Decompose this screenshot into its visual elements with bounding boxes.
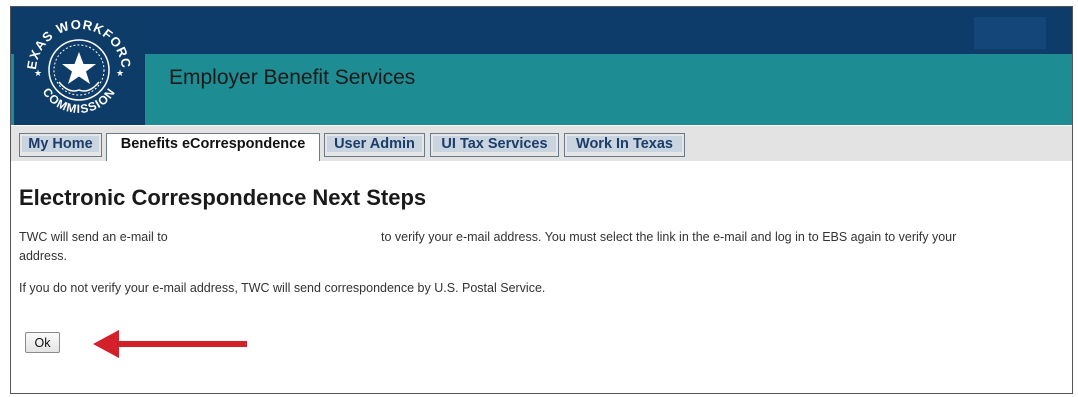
twc-logo: TEXAS WORKFORCE COMMISSION ★ ★	[11, 7, 145, 125]
tab-label: Work In Texas	[567, 136, 682, 152]
site-header: TEXAS WORKFORCE COMMISSION ★ ★ Employer …	[11, 7, 1072, 125]
tab-label: Benefits eCorrespondence	[109, 136, 317, 152]
message-text-end: address.	[19, 249, 67, 263]
ok-button[interactable]: Ok	[25, 332, 60, 353]
tab-bar: My Home Benefits eCorrespondence User Ad…	[11, 126, 1072, 161]
tab-label: User Admin	[327, 136, 422, 152]
tab-ui-tax-services[interactable]: UI Tax Services	[430, 133, 559, 157]
tab-benefits-ecorrespondence[interactable]: Benefits eCorrespondence	[106, 133, 320, 161]
message-text-continued: to verify your e-mail address. You must …	[381, 230, 957, 244]
postal-notice-text: If you do not verify your e-mail address…	[19, 281, 546, 295]
message-text-start: TWC will send an e-mail to	[19, 230, 168, 244]
header-corner-box	[974, 17, 1046, 49]
app-frame: TEXAS WORKFORCE COMMISSION ★ ★ Employer …	[10, 6, 1073, 394]
tab-label: My Home	[22, 136, 99, 152]
svg-text:★: ★	[116, 68, 124, 78]
app-title: Employer Benefit Services	[169, 66, 416, 89]
twc-seal-icon: TEXAS WORKFORCE COMMISSION ★ ★	[11, 7, 133, 116]
svg-text:★: ★	[34, 68, 42, 78]
tab-my-home[interactable]: My Home	[19, 133, 102, 157]
tab-label: UI Tax Services	[433, 136, 556, 152]
left-arrow-icon	[93, 330, 247, 358]
tab-work-in-texas[interactable]: Work In Texas	[564, 133, 685, 157]
page-title: Electronic Correspondence Next Steps	[19, 185, 427, 210]
tab-user-admin[interactable]: User Admin	[324, 133, 425, 157]
